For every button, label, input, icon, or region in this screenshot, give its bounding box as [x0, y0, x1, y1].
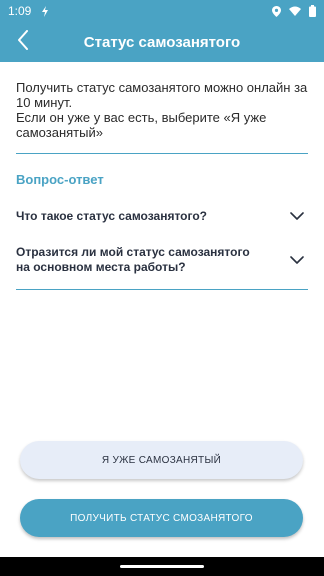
back-arrow-icon: [17, 29, 29, 55]
status-time: 1:09: [8, 4, 32, 18]
faq-question: Что такое статус самозанятого?: [16, 209, 256, 224]
already-self-employed-button[interactable]: Я УЖЕ САМОЗАНЯТЫЙ: [20, 441, 303, 479]
get-status-button[interactable]: ПОЛУЧИТЬ СТАТУС СМОЗАНЯТОГО: [20, 499, 303, 537]
app-bar: Статус самозанятого: [0, 22, 324, 62]
status-icons: [272, 5, 316, 17]
page-title: Статус самозанятого: [83, 33, 241, 51]
intro-line-1: Получить статус самозанятого можно онлай…: [16, 80, 308, 95]
home-handle[interactable]: [120, 565, 204, 568]
intro-line-4: самозанятый»: [16, 125, 103, 140]
faq-question: Отразится ли мой статус самозанятого на …: [16, 245, 256, 275]
wifi-icon: [289, 6, 301, 16]
faq-item-what-is-status[interactable]: Что такое статус самозанятого?: [16, 206, 308, 226]
back-button[interactable]: [12, 29, 34, 55]
divider: [16, 153, 308, 154]
location-icon: [272, 5, 281, 17]
faq-heading: Вопрос-ответ: [16, 172, 104, 187]
battery-icon: [309, 5, 316, 17]
intro-line-2: 10 минут.: [16, 95, 73, 110]
system-nav-bar: [0, 557, 324, 576]
intro-text: Получить статус самозанятого можно онлай…: [16, 80, 312, 140]
intro-line-3: Если он уже у вас есть, выберите «Я уже: [16, 110, 267, 125]
faq-question-line: на основном места работы?: [16, 260, 186, 274]
faq-item-main-job[interactable]: Отразится ли мой статус самозанятого на …: [16, 244, 308, 276]
chevron-down-icon[interactable]: [290, 251, 304, 269]
divider: [16, 289, 308, 290]
status-bar: 1:09: [0, 0, 324, 22]
chevron-down-icon[interactable]: [290, 207, 304, 225]
faq-question-line: Что такое статус самозанятого?: [16, 208, 207, 223]
flash-icon: [41, 5, 49, 17]
faq-question-line: Отразится ли мой статус самозанятого: [16, 245, 250, 259]
